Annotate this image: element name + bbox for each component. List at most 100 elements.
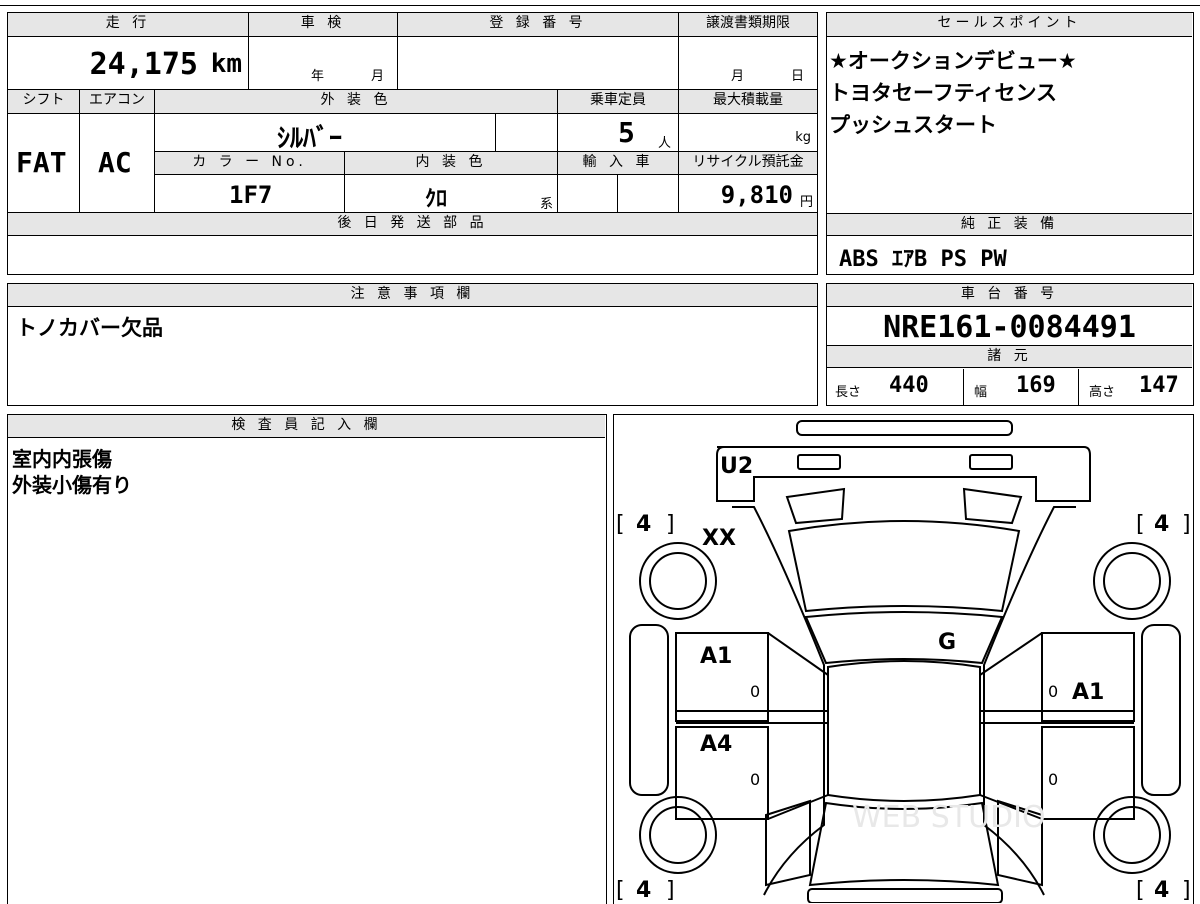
tire-bracket-close: ] — [1182, 878, 1191, 903]
transfer-deadline-label: 譲渡書類期限 — [679, 13, 817, 37]
capacity-value: 5 — [618, 116, 635, 149]
capacity-unit: 人 — [658, 136, 672, 151]
import-field-b — [618, 175, 679, 213]
sales-point-line: トヨタセーフティセンス — [829, 81, 1058, 105]
vehicle-info-block: 走 行 車 検 登 録 番 号 譲渡書類期限 24,175 km 年 月 月 日… — [7, 12, 818, 275]
recycle-field: 9,810 円 — [679, 175, 817, 213]
inspector-line: 室内内張傷 — [12, 447, 112, 471]
watermark-text: WEB STUDIO — [852, 800, 1046, 835]
tire-bracket-close: ] — [666, 512, 675, 537]
shift-value: FAT — [16, 146, 67, 179]
interior-color-label: 内 装 色 — [345, 152, 558, 175]
tire-bracket-close: ] — [666, 878, 675, 903]
sales-point-line: ★オークションデビュー★ — [829, 49, 1077, 73]
sales-point-line: プッシュスタート — [829, 113, 997, 137]
tire-bracket-open: [ — [1136, 512, 1145, 537]
registration-label: 登 録 番 号 — [398, 13, 679, 37]
max-load-label: 最大積載量 — [679, 90, 817, 114]
length-cell: 長さ 440 — [827, 369, 964, 405]
tire-tread-front-right: 4 — [1154, 512, 1169, 537]
chassis-block: 車 台 番 号 NRE161-0084491 諸 元 長さ 440 幅 169 … — [826, 283, 1194, 406]
inspection-field: 年 月 — [249, 37, 398, 90]
damage-mark-rear-window: XX — [702, 526, 736, 551]
notes-label: 注 意 事 項 欄 — [8, 284, 817, 307]
width-cell: 幅 169 — [964, 369, 1079, 405]
transfer-month: 月 — [731, 69, 745, 84]
tire-bracket-open: [ — [616, 878, 625, 903]
damage-mark-right-rear-door: A1 — [1072, 680, 1104, 705]
transfer-deadline-field: 月 日 — [679, 37, 817, 90]
color-no-label: カ ラ ー No. — [155, 152, 345, 175]
transfer-day: 日 — [791, 69, 805, 84]
sales-points-label: セールスポイント — [827, 13, 1192, 37]
inspection-label: 車 検 — [249, 13, 398, 37]
height-label: 高さ — [1089, 385, 1116, 400]
color-no-value: 1F7 — [229, 181, 273, 209]
capacity-field: 5 人 — [558, 114, 679, 152]
door-handle-mark: 0 — [1048, 770, 1058, 789]
interior-color-value: ｸﾛ — [425, 187, 448, 212]
door-handle-mark: 0 — [750, 770, 760, 789]
width-value: 169 — [1016, 373, 1056, 398]
recycle-value: 9,810 — [720, 181, 793, 209]
top-clipped-strip — [0, 0, 1200, 6]
tire-bracket-close: ] — [1182, 512, 1191, 537]
car-outline: WEB STUDIO [ 4 ] [ 4 ] [ 4 ] [ 4 ] U2 XX… — [616, 420, 1191, 903]
chassis-label: 車 台 番 号 — [827, 284, 1192, 307]
door-handle-mark: 0 — [1048, 682, 1058, 701]
tire-bracket-open: [ — [1136, 878, 1145, 903]
interior-color-suffix: 系 — [539, 197, 553, 212]
tire-tread-front-left: 4 — [636, 512, 651, 537]
registration-field — [398, 37, 679, 90]
dimensions-label: 諸 元 — [827, 345, 1192, 368]
exterior-color-field: ｼﾙﾊﾞｰ — [155, 114, 496, 154]
exterior-color-label: 外 装 色 — [155, 90, 558, 114]
import-label: 輸 入 車 — [558, 152, 679, 175]
door-handle-mark: 0 — [750, 682, 760, 701]
tire-tread-rear-left: 4 — [636, 878, 651, 903]
tire-tread-rear-right: 4 — [1154, 878, 1169, 903]
ac-field: AC — [80, 114, 155, 213]
color-no-field: 1F7 — [155, 175, 345, 213]
mileage-label: 走 行 — [8, 13, 249, 37]
length-value: 440 — [889, 373, 929, 398]
shift-label: シフト — [8, 90, 80, 114]
interior-color-field: ｸﾛ 系 — [345, 175, 558, 213]
exterior-color-value: ｼﾙﾊﾞｰ — [277, 124, 343, 154]
ac-label: エアコン — [80, 90, 155, 114]
damage-mark-roof: G — [938, 630, 956, 655]
max-load-unit: kg — [795, 130, 811, 145]
standard-equipment-value: ABS ｴｱB PS PW — [839, 247, 1007, 272]
inspection-year: 年 — [311, 69, 325, 84]
height-cell: 高さ 147 — [1079, 369, 1192, 405]
recycle-unit: 円 — [799, 195, 813, 210]
length-label: 長さ — [835, 385, 862, 400]
damage-mark-left-front-door: A4 — [700, 732, 732, 757]
shift-field: FAT — [8, 114, 80, 213]
import-field-a — [558, 175, 618, 213]
inspector-line: 外装小傷有り — [12, 473, 132, 497]
damage-mark-rear: U2 — [720, 454, 753, 479]
damage-mark-left-rear-door: A1 — [700, 644, 732, 669]
recycle-label: リサイクル預託金 — [679, 152, 817, 175]
ac-value: AC — [98, 146, 132, 179]
notes-value: トノカバー欠品 — [16, 316, 163, 340]
tire-bracket-open: [ — [616, 512, 625, 537]
standard-equipment-label: 純 正 装 備 — [827, 213, 1192, 236]
sales-points-block: セールスポイント ★オークションデビュー★ トヨタセーフティセンス プッシュスタ… — [826, 12, 1194, 275]
inspector-block: 検 査 員 記 入 欄 室内内張傷 外装小傷有り — [7, 414, 607, 904]
chassis-number: NRE161-0084491 — [883, 310, 1136, 345]
max-load-field: kg — [679, 114, 817, 152]
capacity-label: 乗車定員 — [558, 90, 679, 114]
exterior-color-extra — [496, 114, 558, 152]
mileage-field: 24,175 km — [8, 37, 249, 90]
later-parts-value — [16, 238, 806, 272]
height-value: 147 — [1139, 373, 1179, 398]
inspector-label: 検 査 員 記 入 欄 — [8, 415, 605, 438]
mileage-unit: km — [210, 49, 242, 79]
damage-diagram: WEB STUDIO [ 4 ] [ 4 ] [ 4 ] [ 4 ] U2 XX… — [613, 414, 1194, 904]
inspection-month: 月 — [371, 69, 385, 84]
notes-block: 注 意 事 項 欄 トノカバー欠品 — [7, 283, 818, 406]
later-parts-label: 後 日 発 送 部 品 — [8, 213, 817, 236]
width-label: 幅 — [974, 385, 988, 400]
